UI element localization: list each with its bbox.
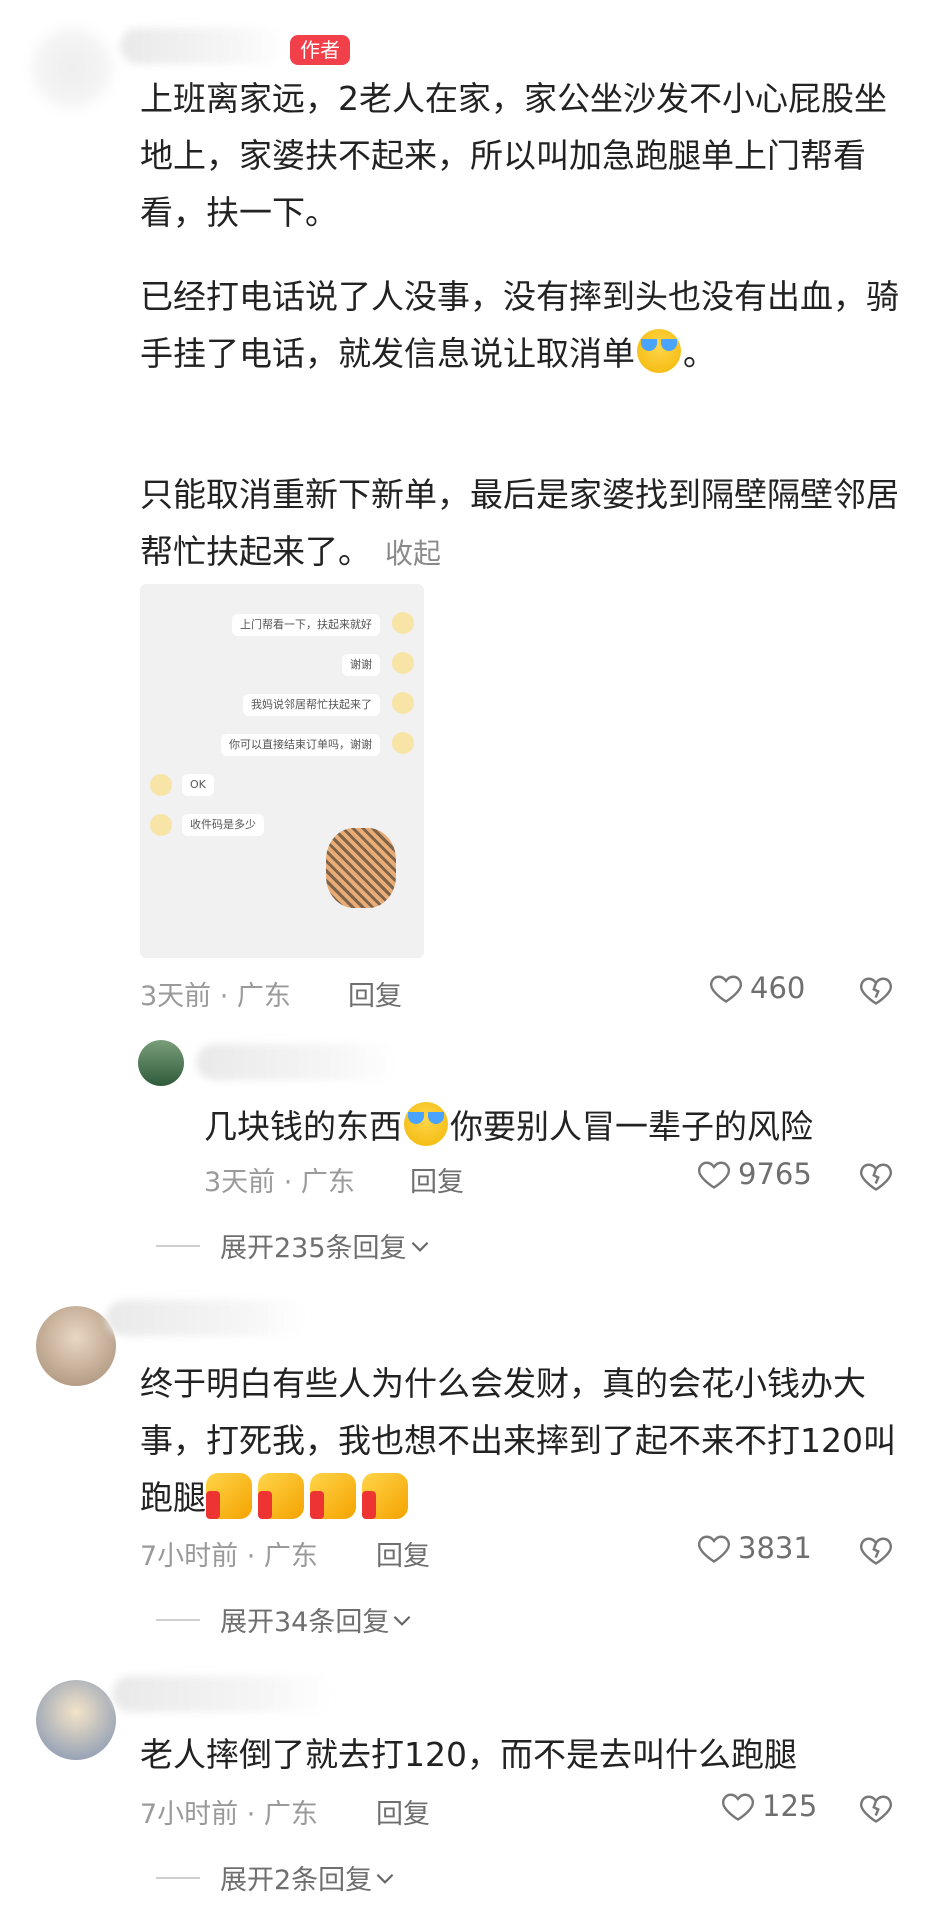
chat-avatar bbox=[392, 732, 414, 754]
comment-meta: 7小时前 · 广东 bbox=[140, 1799, 318, 1830]
comment-like-button[interactable]: 3831 bbox=[696, 1530, 812, 1566]
heart-outline-icon bbox=[698, 1535, 730, 1563]
post-author-avatar[interactable] bbox=[32, 28, 112, 108]
post-author-name-blurred bbox=[120, 28, 285, 64]
post-paragraph-3: 只能取消重新下新单，最后是家婆找到隔壁隔壁邻居帮忙扶起来了。 收起 bbox=[140, 466, 900, 582]
thumbs-up-emoji-icon bbox=[206, 1473, 252, 1519]
comment-meta: 3天前 · 广东 bbox=[204, 1167, 355, 1198]
broken-heart-icon[interactable] bbox=[858, 972, 894, 1008]
chat-bubble: 我妈说邻居帮忙扶起来了 bbox=[243, 694, 380, 716]
post-paragraph-1-text: 上班离家远，2老人在家，家公坐沙发不小心屁股坐地上，家婆扶不起来，所以叫加急跑腿… bbox=[140, 79, 887, 232]
comment-text: 终于明白有些人为什么会发财，真的会花小钱办大事，打死我，我也想不出来摔到了起不来… bbox=[140, 1355, 900, 1526]
sticker-image bbox=[326, 828, 396, 908]
commenter-avatar[interactable] bbox=[138, 1040, 184, 1086]
comment-reply-button[interactable]: 回复 bbox=[410, 1160, 464, 1199]
chevron-down-icon bbox=[376, 1873, 394, 1884]
post-reply-button[interactable]: 回复 bbox=[348, 974, 402, 1013]
chat-bubble: 谢谢 bbox=[342, 654, 380, 676]
comment-reply-button[interactable]: 回复 bbox=[376, 1792, 430, 1831]
heart-outline-icon bbox=[698, 1161, 730, 1189]
comment-like-button[interactable]: 9765 bbox=[696, 1156, 812, 1192]
expand-replies-label: 展开235条回复 bbox=[220, 1233, 407, 1264]
heart-outline-icon bbox=[710, 975, 742, 1003]
comment-text-a: 几块钱的东西 bbox=[204, 1107, 402, 1146]
commenter-name-blurred bbox=[196, 1044, 396, 1080]
comment-meta: 7小时前 · 广东 bbox=[140, 1541, 318, 1572]
post-attached-image[interactable]: 上门帮看一下，扶起来就好 谢谢 我妈说邻居帮忙扶起来了 你可以直接结束订单吗，谢… bbox=[140, 584, 424, 958]
comment-text-b: 你要别人冒一辈子的风险 bbox=[450, 1107, 813, 1146]
expand-replies-label: 展开2条回复 bbox=[220, 1865, 373, 1896]
post-like-count: 460 bbox=[750, 971, 806, 1005]
divider bbox=[156, 1618, 200, 1621]
comment-like-count: 125 bbox=[762, 1789, 818, 1823]
comment-text-main: 终于明白有些人为什么会发财，真的会花小钱办大事，打死我，我也想不出来摔到了起不来… bbox=[140, 1364, 896, 1517]
commenter-name-blurred bbox=[106, 1300, 306, 1336]
thumbs-up-emoji-icon bbox=[258, 1473, 304, 1519]
chat-avatar bbox=[150, 814, 172, 836]
expand-replies-button[interactable]: 展开235条回复 bbox=[156, 1226, 433, 1265]
expand-replies-label: 展开34条回复 bbox=[220, 1607, 390, 1638]
post-paragraph-2: 已经打电话说了人没事，没有摔到头也没有出血，骑手挂了电话，就发信息说让取消单。 bbox=[140, 268, 900, 382]
commenter-name-blurred bbox=[112, 1676, 332, 1712]
broken-heart-icon[interactable] bbox=[858, 1158, 894, 1194]
chevron-down-icon bbox=[411, 1241, 428, 1252]
chat-avatar bbox=[392, 652, 414, 674]
thumbs-up-emoji-icon bbox=[310, 1473, 356, 1519]
expand-replies-button[interactable]: 展开2条回复 bbox=[156, 1858, 398, 1897]
comment-text-main: 老人摔倒了就去打120，而不是去叫什么跑腿 bbox=[140, 1735, 797, 1774]
post-paragraph-2-text-b: 。 bbox=[683, 334, 716, 373]
broken-heart-icon[interactable] bbox=[858, 1532, 894, 1568]
laughing-crying-emoji-icon bbox=[637, 329, 681, 373]
chat-avatar bbox=[392, 612, 414, 634]
chat-avatar bbox=[392, 692, 414, 714]
thumbs-up-emoji-icon bbox=[362, 1473, 408, 1519]
comment-like-button[interactable]: 125 bbox=[720, 1788, 817, 1824]
comment-text: 老人摔倒了就去打120，而不是去叫什么跑腿 bbox=[140, 1726, 797, 1783]
chevron-down-icon bbox=[394, 1615, 411, 1626]
post-paragraph-2-text-a: 已经打电话说了人没事，没有摔到头也没有出血，骑手挂了电话，就发信息说让取消单 bbox=[140, 277, 899, 373]
commenter-avatar[interactable] bbox=[36, 1680, 116, 1760]
chat-bubble: 你可以直接结束订单吗，谢谢 bbox=[221, 734, 380, 756]
laughing-crying-emoji-icon bbox=[404, 1102, 448, 1146]
divider bbox=[156, 1876, 200, 1879]
broken-heart-icon[interactable] bbox=[858, 1790, 894, 1826]
chat-bubble: 上门帮看一下，扶起来就好 bbox=[232, 614, 380, 636]
post-paragraph-1: 上班离家远，2老人在家，家公坐沙发不小心屁股坐地上，家婆扶不起来，所以叫加急跑腿… bbox=[140, 70, 900, 241]
post-paragraph-3-text: 只能取消重新下新单，最后是家婆找到隔壁隔壁邻居帮忙扶起来了。 bbox=[140, 475, 899, 571]
chat-avatar bbox=[150, 774, 172, 796]
post-meta: 3天前 · 广东 bbox=[140, 981, 291, 1012]
collapse-link[interactable]: 收起 bbox=[385, 537, 441, 570]
comment-like-count: 3831 bbox=[738, 1531, 812, 1565]
commenter-avatar[interactable] bbox=[36, 1306, 116, 1386]
author-badge: 作者 bbox=[290, 35, 350, 65]
post-like-button[interactable]: 460 bbox=[708, 970, 805, 1006]
heart-outline-icon bbox=[722, 1793, 754, 1821]
comment-text: 几块钱的东西 你要别人冒一辈子的风险 bbox=[204, 1098, 813, 1155]
chat-bubble: 收件码是多少 bbox=[182, 814, 264, 836]
comment-like-count: 9765 bbox=[738, 1157, 812, 1191]
expand-replies-button[interactable]: 展开34条回复 bbox=[156, 1600, 415, 1639]
divider bbox=[156, 1244, 200, 1247]
comment-reply-button[interactable]: 回复 bbox=[376, 1534, 430, 1573]
chat-bubble: OK bbox=[182, 774, 214, 796]
